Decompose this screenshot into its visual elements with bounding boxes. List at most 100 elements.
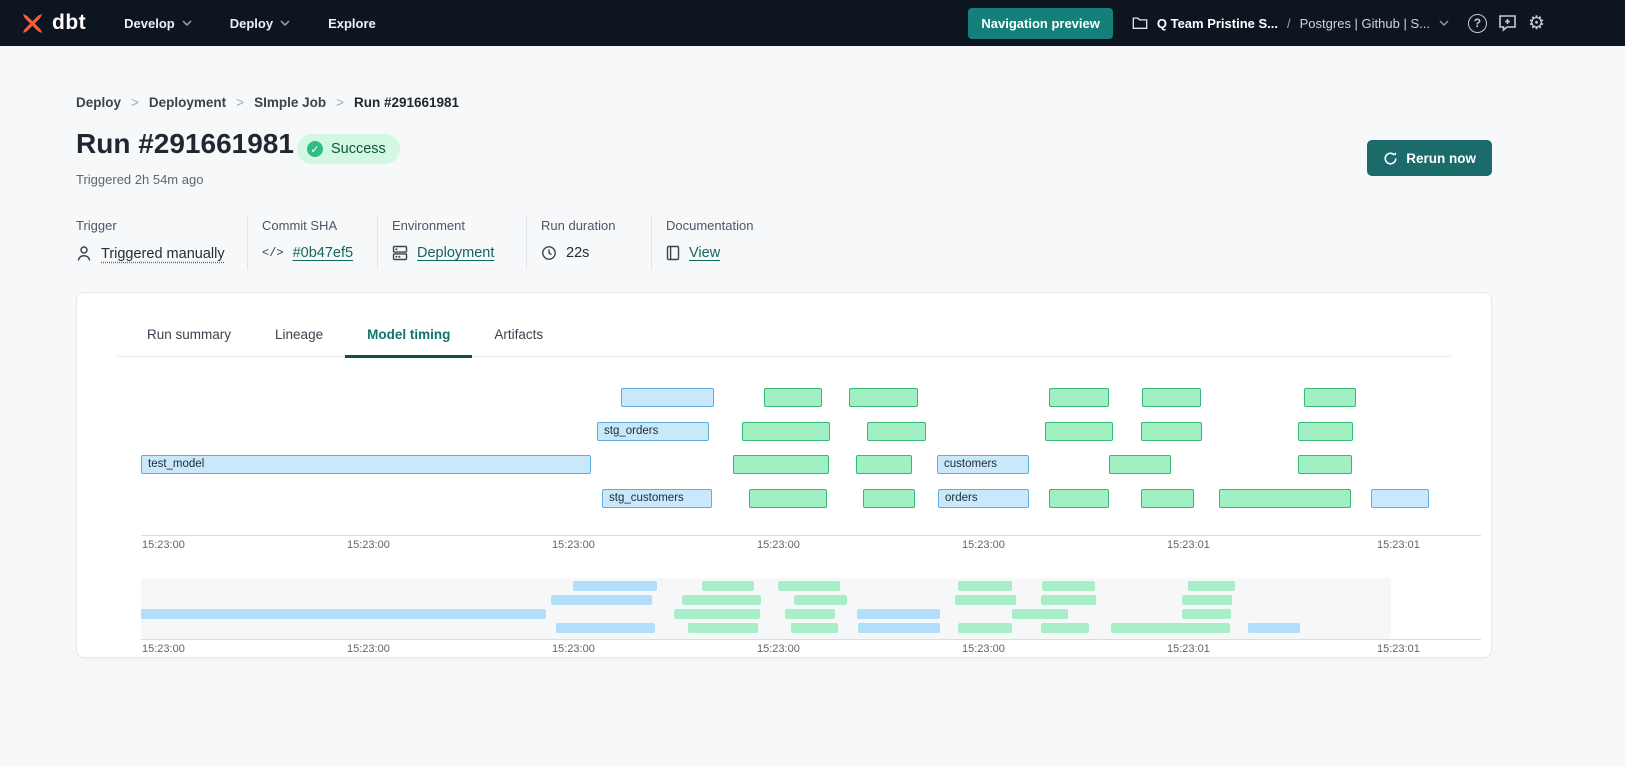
mini-bar <box>682 595 761 605</box>
tabs-row: Run summary Lineage Model timing Artifac… <box>117 315 1451 357</box>
mini-bar <box>688 623 758 633</box>
axis-tick-label: 15:23:00 <box>347 539 390 551</box>
gantt-bar[interactable] <box>1142 388 1201 407</box>
tab-artifacts[interactable]: Artifacts <box>472 315 565 356</box>
rerun-now-button[interactable]: Rerun now <box>1367 140 1492 176</box>
mini-bar <box>858 623 940 633</box>
axis-tick-label: 15:23:00 <box>962 643 1005 655</box>
gantt-bar[interactable] <box>1304 388 1356 407</box>
nav-item-develop[interactable]: Develop <box>124 16 192 31</box>
gantt-bar[interactable] <box>742 422 830 441</box>
gantt-bar[interactable] <box>1109 455 1171 474</box>
mini-bar <box>857 609 940 619</box>
mini-axis-line <box>141 639 1481 640</box>
gantt-bar[interactable] <box>1371 489 1429 508</box>
breadcrumb-separator: > <box>236 95 244 110</box>
mini-bar <box>1041 595 1096 605</box>
tab-lineage[interactable]: Lineage <box>253 315 345 356</box>
chevron-down-icon <box>280 20 290 26</box>
axis-tick-label: 15:23:00 <box>142 539 185 551</box>
mini-bar <box>551 595 652 605</box>
environment-link[interactable]: Deployment <box>417 245 494 261</box>
gantt-bar-orders[interactable]: orders <box>938 489 1029 508</box>
axis-tick-label: 15:23:01 <box>1377 539 1420 551</box>
rerun-label: Rerun now <box>1406 151 1476 166</box>
navigation-preview-button[interactable]: Navigation preview <box>968 8 1112 39</box>
tab-run-summary[interactable]: Run summary <box>125 315 253 356</box>
breadcrumb-separator: > <box>131 95 139 110</box>
breadcrumb-job[interactable]: SImple Job <box>254 95 326 110</box>
folder-icon <box>1132 16 1148 30</box>
status-badge: ✓ Success <box>297 134 400 164</box>
meta-run-duration: Run duration 22s <box>541 218 615 261</box>
nav-item-explore[interactable]: Explore <box>328 16 376 31</box>
clock-icon <box>541 245 557 261</box>
divider <box>377 216 378 270</box>
feedback-icon[interactable] <box>1498 14 1517 32</box>
mini-bar <box>1012 609 1068 619</box>
breadcrumb-deploy[interactable]: Deploy <box>76 95 121 110</box>
gantt-bar[interactable] <box>849 388 918 407</box>
top-nav: dbt Develop Deploy Explore Navigation pr… <box>0 0 1625 46</box>
nav-menu: Develop Deploy Explore <box>124 16 376 31</box>
gantt-bar[interactable] <box>733 455 829 474</box>
gantt-bar-stg_orders[interactable]: stg_orders <box>597 422 709 441</box>
gantt-bar[interactable] <box>621 388 714 407</box>
project-breadcrumb[interactable]: Q Team Pristine S... / Postgres | Github… <box>1132 16 1449 31</box>
mini-bar <box>556 623 655 633</box>
mini-bar <box>1248 623 1300 633</box>
meta-label: Run duration <box>541 218 615 233</box>
gantt-bar[interactable] <box>1049 388 1109 407</box>
nav-item-label: Explore <box>328 16 376 31</box>
documentation-link[interactable]: View <box>689 245 720 261</box>
gantt-bar[interactable] <box>1141 422 1202 441</box>
commit-sha-link[interactable]: #0b47ef5 <box>293 245 353 261</box>
axis-tick-label: 15:23:00 <box>552 643 595 655</box>
divider <box>651 216 652 270</box>
breadcrumb-run: Run #291661981 <box>354 95 459 110</box>
trigger-value: Triggered manually <box>101 246 225 262</box>
gantt-bar[interactable] <box>1045 422 1113 441</box>
breadcrumb-separator: > <box>336 95 344 110</box>
person-icon <box>76 245 92 262</box>
mini-bar <box>958 623 1012 633</box>
gantt-bar-stg_customers[interactable]: stg_customers <box>602 489 712 508</box>
status-label: Success <box>331 141 386 157</box>
database-icon <box>392 245 408 261</box>
project-name: Q Team Pristine S... <box>1157 16 1278 31</box>
gantt-bar[interactable] <box>1298 422 1353 441</box>
gear-icon[interactable]: ⚙ <box>1528 14 1545 33</box>
mini-bar <box>955 595 1016 605</box>
meta-label: Documentation <box>666 218 753 233</box>
dbt-logo-icon <box>20 11 45 36</box>
docs-icon <box>666 245 680 261</box>
gantt-bar-customers[interactable]: customers <box>937 455 1029 474</box>
gantt-bar[interactable] <box>749 489 827 508</box>
check-circle-icon: ✓ <box>307 141 323 157</box>
gantt-bar[interactable] <box>856 455 912 474</box>
nav-item-deploy[interactable]: Deploy <box>230 16 290 31</box>
breadcrumb: Deploy > Deployment > SImple Job > Run #… <box>76 95 459 110</box>
gantt-bar[interactable] <box>1141 489 1194 508</box>
gantt-bar[interactable] <box>867 422 926 441</box>
chevron-down-icon <box>182 20 192 26</box>
gantt-bar-test_model[interactable]: test_model <box>141 455 591 474</box>
mini-bar <box>785 609 835 619</box>
gantt-bar[interactable] <box>1298 455 1352 474</box>
axis-tick-label: 15:23:01 <box>1377 643 1420 655</box>
mini-bar <box>1111 623 1230 633</box>
gantt-bar[interactable] <box>1219 489 1351 508</box>
mini-bar <box>1182 595 1232 605</box>
mini-bar <box>1188 581 1235 591</box>
divider <box>247 216 248 270</box>
gantt-bar[interactable] <box>863 489 915 508</box>
dbt-logo[interactable]: dbt <box>20 11 86 36</box>
mini-bar <box>674 609 760 619</box>
mini-bar <box>702 581 754 591</box>
mini-bar <box>1041 623 1089 633</box>
gantt-bar[interactable] <box>764 388 822 407</box>
breadcrumb-deployment[interactable]: Deployment <box>149 95 226 110</box>
gantt-bar[interactable] <box>1049 489 1109 508</box>
tab-model-timing[interactable]: Model timing <box>345 315 472 358</box>
help-icon[interactable]: ? <box>1468 14 1487 33</box>
